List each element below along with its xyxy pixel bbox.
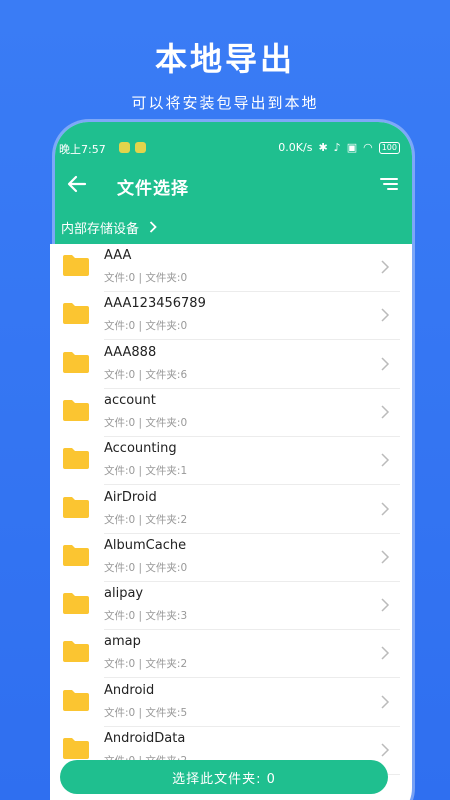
folder-icon: [63, 399, 89, 421]
folder-name: AirDroid: [104, 489, 157, 505]
breadcrumb[interactable]: 内部存储设备: [61, 216, 157, 238]
folder-meta: 文件:0 | 文件夹:1: [104, 465, 188, 478]
folder-icon: [63, 689, 89, 711]
chevron-right-icon: [381, 743, 390, 757]
select-folder-button[interactable]: 选择此文件夹: 0: [60, 760, 388, 794]
phone-edge: [398, 292, 412, 382]
battery-icon: 100: [378, 141, 400, 154]
promo-subtitle: 可以将安装包导出到本地: [131, 94, 319, 112]
chevron-right-icon: [381, 695, 390, 709]
bluetooth-icon: ✱: [318, 141, 328, 154]
list-item[interactable]: AirDroid 文件:0 | 文件夹:2: [50, 486, 400, 534]
list-item[interactable]: alipay 文件:0 | 文件夹:3: [50, 582, 400, 631]
list-item[interactable]: Accounting 文件:0 | 文件夹:1: [50, 437, 400, 486]
folder-meta: 文件:0 | 文件夹:2: [104, 658, 188, 671]
chevron-right-icon: [381, 501, 390, 516]
list-item[interactable]: AAA123456789 文件:0 | 文件夹:0: [50, 292, 400, 341]
folder-icon: [63, 255, 89, 276]
sim-icon: ▣: [346, 141, 358, 154]
status-icons: 0.0K/s ✱ ♪ ▣ ◠ 100: [278, 141, 400, 154]
chevron-right-icon: [149, 221, 157, 233]
folder-name: amap: [104, 634, 141, 650]
folder-icon: [63, 496, 89, 518]
folder-icon: [63, 544, 89, 566]
folder-meta: 文件:0 | 文件夹:0: [104, 416, 188, 429]
list-item[interactable]: AlbumCache 文件:0 | 文件夹:0: [50, 534, 400, 582]
folder-icon: [63, 448, 89, 470]
folder-name: AAA888: [104, 344, 157, 360]
chevron-right-icon: [381, 357, 390, 371]
folder-name: alipay: [104, 586, 144, 602]
silent-icon: ♪: [333, 141, 341, 154]
sort-icon[interactable]: [380, 176, 398, 192]
folder-icon: [63, 593, 89, 615]
network-speed: 0.0K/s: [278, 141, 313, 154]
folder-icon: [63, 303, 89, 325]
folder-name: AAA123456789: [104, 296, 206, 312]
chevron-right-icon: [381, 453, 390, 467]
chevron-right-icon: [381, 308, 390, 322]
status-time: 晚上7:57: [59, 143, 106, 156]
chevron-right-icon: [381, 598, 390, 612]
list-item[interactable]: account 文件:0 | 文件夹:0: [50, 389, 400, 437]
arrow-left-icon[interactable]: [65, 172, 89, 196]
page-title: 文件选择: [117, 179, 189, 199]
folder-meta: 文件:0 | 文件夹:0: [104, 272, 188, 284]
folder-icon: [63, 738, 89, 759]
wifi-icon: ◠: [363, 141, 373, 154]
file-list: AAA 文件:0 | 文件夹:0 AAA123456789 文件:0 | 文件夹:0 A…: [50, 244, 400, 800]
notification-icon: [119, 142, 130, 153]
folder-name: Android: [104, 682, 155, 698]
chevron-right-icon: [381, 260, 390, 274]
chevron-right-icon: [381, 405, 390, 419]
folder-meta: 文件:0 | 文件夹:0: [104, 561, 188, 574]
folder-name: AlbumCache: [104, 537, 187, 553]
breadcrumb-label: 内部存储设备: [61, 221, 140, 237]
promo-title: 本地导出: [154, 40, 295, 78]
app-header: 晚上7:57 0.0K/s ✱ ♪ ▣ ◠ 100 文件选择 内部存储设备: [55, 122, 412, 244]
folder-meta: 文件:0 | 文件夹:5: [104, 706, 188, 719]
folder-name: account: [104, 392, 156, 408]
folder-meta: 文件:0 | 文件夹:6: [104, 368, 188, 381]
folder-name: AAA: [104, 248, 132, 263]
folder-meta: 文件:0 | 文件夹:2: [104, 513, 188, 526]
toolbar: 文件选择: [55, 172, 412, 202]
notification-icon: [135, 142, 146, 153]
folder-name: AndroidData: [104, 731, 186, 746]
folder-meta: 文件:0 | 文件夹:0: [104, 320, 188, 333]
list-item[interactable]: Android 文件:0 | 文件夹:5: [50, 679, 400, 727]
folder-icon: [63, 641, 89, 663]
chevron-right-icon: [381, 646, 390, 660]
list-item[interactable]: AAA888 文件:0 | 文件夹:6: [50, 341, 400, 389]
list-item[interactable]: amap 文件:0 | 文件夹:2: [50, 630, 400, 679]
folder-icon: [63, 351, 89, 373]
status-bar: 晚上7:57 0.0K/s ✱ ♪ ▣ ◠ 100: [55, 139, 412, 157]
folder-name: Accounting: [104, 441, 177, 457]
chevron-right-icon: [381, 550, 390, 564]
folder-meta: 文件:0 | 文件夹:3: [104, 610, 188, 623]
list-item[interactable]: AAA 文件:0 | 文件夹:0: [50, 244, 400, 292]
